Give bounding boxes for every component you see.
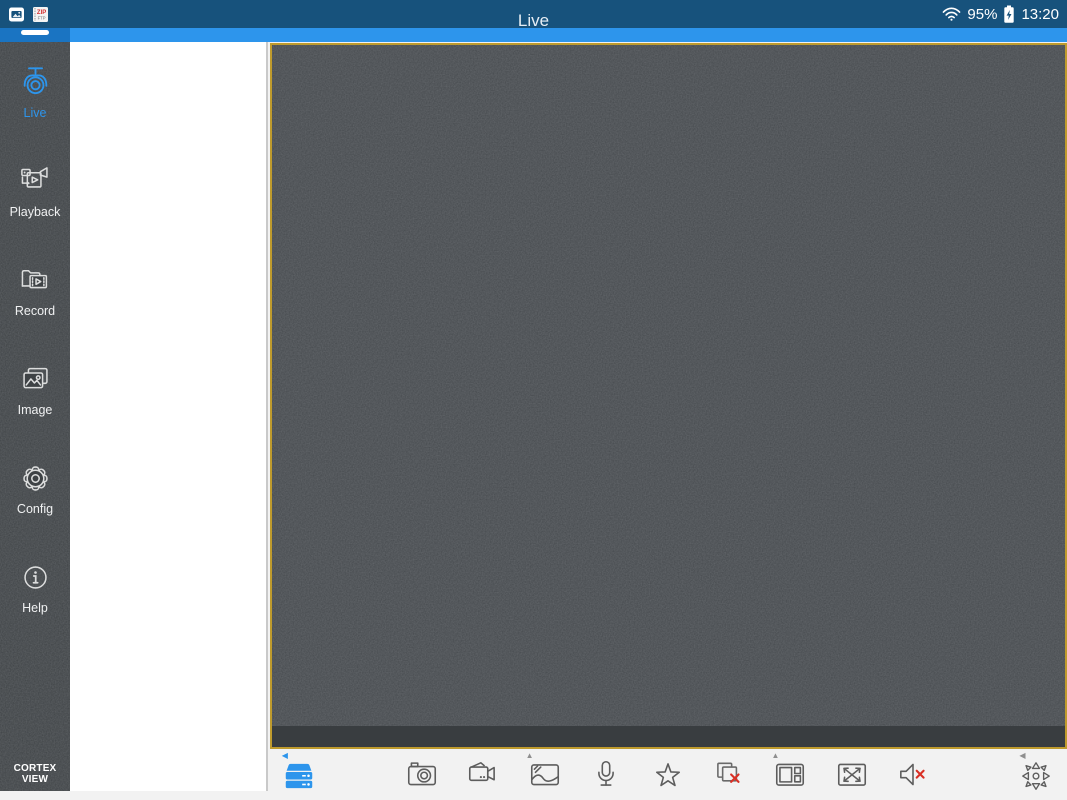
record-button[interactable] xyxy=(452,749,513,800)
split-view-icon xyxy=(772,757,808,793)
app-root: ZIP FTP 95% 13:20 Live Live Playback Rec… xyxy=(0,0,1067,800)
menu-handle-button[interactable] xyxy=(0,28,70,42)
sidebar-item-image[interactable]: Image xyxy=(0,361,70,417)
microphone-icon xyxy=(588,757,624,793)
photos-icon xyxy=(17,361,54,398)
snapshot-icon xyxy=(404,757,440,793)
mute-speaker-icon xyxy=(895,757,931,793)
ptz-camera-icon xyxy=(17,64,54,101)
menu-dash-icon xyxy=(21,30,49,35)
image-button[interactable]: ▲ xyxy=(514,749,575,800)
close-all-icon xyxy=(711,757,747,793)
fullscreen-icon xyxy=(834,757,870,793)
sidebar-item-help[interactable]: Help xyxy=(0,559,70,615)
mute-button[interactable] xyxy=(883,749,944,800)
sidebar-item-label: Record xyxy=(14,304,56,318)
split-view-button[interactable]: ▲ xyxy=(760,749,821,800)
sidebar-item-label: Config xyxy=(16,502,54,516)
microphone-button[interactable] xyxy=(575,749,636,800)
sidebar-item-label: Playback xyxy=(9,205,61,219)
sidebar-item-label: Live xyxy=(23,106,47,120)
ptz-button[interactable]: ◀ xyxy=(1006,749,1067,800)
sidebar-item-playback[interactable]: Playback xyxy=(0,163,70,219)
gear-icon xyxy=(17,460,54,497)
screenshot-notification-icon xyxy=(8,6,25,23)
battery-percent: 95% xyxy=(967,5,998,23)
sidebar-item-config[interactable]: Config xyxy=(0,460,70,516)
status-bar: ZIP FTP 95% 13:20 xyxy=(0,0,1067,28)
live-video-area[interactable] xyxy=(270,43,1067,749)
sidebar-item-live[interactable]: Live xyxy=(0,64,70,120)
ftp-label: FTP xyxy=(38,15,46,20)
sidebar-item-label: Help xyxy=(22,601,48,615)
fullscreen-button[interactable] xyxy=(821,749,882,800)
record-folder-icon xyxy=(17,262,54,299)
zip-ftp-notification-icon: ZIP FTP xyxy=(32,6,49,23)
sidebar-nav: Live Playback Record Image Config Help C… xyxy=(0,42,70,791)
record-icon xyxy=(465,757,501,793)
device-list-icon xyxy=(281,757,317,793)
wifi-icon xyxy=(942,6,961,22)
notification-area: ZIP FTP xyxy=(8,0,49,28)
device-list-button[interactable]: ◀ xyxy=(268,749,329,800)
info-icon xyxy=(17,559,54,596)
brand-label: CORTEX VIEW xyxy=(13,763,57,785)
favorite-button[interactable] xyxy=(637,749,698,800)
sidebar-item-record[interactable]: Record xyxy=(0,262,70,318)
snapshot-button[interactable] xyxy=(391,749,452,800)
battery-charging-icon xyxy=(1003,5,1015,24)
image-icon xyxy=(527,757,563,793)
action-bar xyxy=(0,28,1067,42)
video-info-bar xyxy=(272,726,1065,747)
close-all-button[interactable] xyxy=(698,749,759,800)
favorite-star-icon xyxy=(650,757,686,793)
camera-list-panel xyxy=(70,42,268,791)
status-indicators: 95% 13:20 xyxy=(942,0,1059,28)
sidebar-item-label: Image xyxy=(17,403,53,417)
ptz-control-icon xyxy=(1018,757,1054,793)
playback-film-icon xyxy=(17,163,54,200)
clock: 13:20 xyxy=(1021,5,1059,23)
